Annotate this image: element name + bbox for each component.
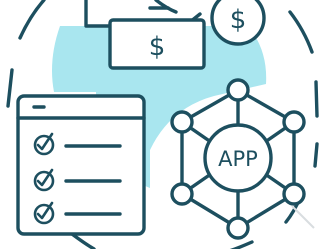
- network-node: [170, 110, 194, 134]
- watermark-stroke: [291, 205, 315, 229]
- checklist-card: [16, 94, 146, 236]
- network-node: [170, 182, 194, 206]
- network-node: [226, 216, 250, 240]
- network-node: [226, 78, 250, 102]
- network-node: [282, 110, 306, 134]
- dollar-coin-label: $: [230, 5, 247, 35]
- network-node: [282, 182, 306, 206]
- mobile-app-payment-checklist-icon: $ $ APP: [6, 0, 319, 249]
- dollar-coin: $: [210, 0, 266, 46]
- dollar-banknote-label: $: [149, 32, 166, 62]
- app-hub-label: APP: [218, 147, 258, 171]
